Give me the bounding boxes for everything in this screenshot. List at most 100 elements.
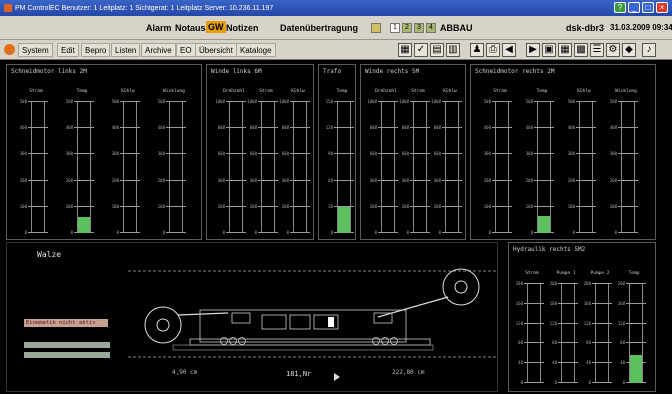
panel-icon[interactable]: ▩ xyxy=(574,43,588,57)
gauge-tick xyxy=(626,342,646,344)
gauge-tick xyxy=(558,382,578,383)
user-icon[interactable]: ♟ xyxy=(470,43,484,57)
logo-icon[interactable] xyxy=(4,44,15,55)
panel-winde-links: Winde links 6M Drehzahl 1000 800 600 400 200 0… xyxy=(206,64,314,240)
notizen-button[interactable]: Notizen xyxy=(226,23,259,33)
gauge-tick-label: 0 xyxy=(162,230,165,235)
panel-title: Winde rechts 5M xyxy=(365,68,420,75)
level-2-box[interactable]: 2 xyxy=(402,23,412,33)
arm-left xyxy=(177,312,229,316)
gauge-tick-label: 300 xyxy=(111,151,119,157)
alarm-indicator[interactable]: Alarm xyxy=(146,23,172,33)
gauge-tick-label: 600 xyxy=(249,151,257,157)
maximize-icon[interactable]: □ xyxy=(642,2,654,13)
gauge-tick xyxy=(492,127,512,129)
gauge-tick-label: 1000 xyxy=(215,99,225,104)
gauge-tick xyxy=(334,101,354,102)
chart-icon[interactable]: ▤ xyxy=(430,43,444,57)
printer-icon[interactable]: ⎙ xyxy=(486,43,500,57)
level-4-box[interactable]: 4 xyxy=(426,23,436,33)
gauge-tick-label: 800 xyxy=(249,125,257,131)
tools-icon[interactable]: ⚙ xyxy=(606,43,620,57)
menu-system[interactable]: System xyxy=(18,43,53,57)
forward-icon[interactable]: ▶ xyxy=(526,43,540,57)
gauge-column-label: Kühlw xyxy=(443,89,457,94)
gauge-tick xyxy=(410,179,430,181)
help-icon[interactable]: ? xyxy=(614,2,626,13)
gauge-tick-label: 90 xyxy=(328,151,333,157)
gauge-tick-label: 1000 xyxy=(367,99,377,104)
gauge-track xyxy=(527,283,541,383)
menu-edit[interactable]: Edit xyxy=(57,43,79,57)
gw-indicator[interactable]: GW xyxy=(206,21,226,33)
gauge-tick-label: 800 xyxy=(433,125,441,131)
gauge-tick-label: 200 xyxy=(19,177,27,183)
list-icon[interactable]: ☰ xyxy=(590,43,604,57)
back-icon[interactable]: ◀ xyxy=(502,43,516,57)
bookmark-icon[interactable]: ◆ xyxy=(622,43,636,57)
menu-uebersicht[interactable]: Übersicht xyxy=(195,43,237,57)
gauge-tick-label: 160 xyxy=(583,300,591,306)
gauge-tick xyxy=(120,232,140,233)
motor-right xyxy=(373,312,393,324)
gauge-tick xyxy=(618,127,638,129)
gauge-track xyxy=(381,101,395,233)
gauge-tick-label: 200 xyxy=(401,203,409,209)
gauge-tick xyxy=(410,232,430,233)
screen-icon[interactable]: ▣ xyxy=(542,43,556,57)
gauge-tick xyxy=(442,179,462,181)
gauge-tick-label: 0 xyxy=(254,230,257,235)
panel-title: Winde links 6M xyxy=(211,68,262,75)
menu-archive[interactable]: Archive xyxy=(141,43,176,57)
gauge-tick xyxy=(28,232,48,233)
gauge-tick-label: 500 xyxy=(483,99,491,104)
gauge-tick xyxy=(378,127,398,129)
gauge-track xyxy=(31,101,45,233)
menu-eo[interactable]: EO xyxy=(176,43,196,57)
gauge-tick xyxy=(576,153,596,155)
gauge-tick xyxy=(576,205,596,207)
menu-listen[interactable]: Listen xyxy=(111,43,141,57)
gauge-tick-label: 300 xyxy=(483,151,491,157)
position-left: 4,90 cm xyxy=(172,369,198,376)
view-icon[interactable]: ▦ xyxy=(398,43,412,57)
gauge-tick-label: 200 xyxy=(157,177,165,183)
gauge-tick-label: 80 xyxy=(552,340,557,346)
gauge-tick xyxy=(524,382,544,383)
gauge-tick-label: 0 xyxy=(70,230,73,235)
gauge-column-label: Wicklung xyxy=(163,89,185,94)
gauge-tick-label: 600 xyxy=(217,151,225,157)
gauge-tick-label: 200 xyxy=(525,177,533,183)
play-icon[interactable] xyxy=(334,373,340,381)
check-icon[interactable]: ✓ xyxy=(414,43,428,57)
gauge-tick-label: 600 xyxy=(401,151,409,157)
drum-right xyxy=(442,268,480,306)
gauge-column-label: Strom xyxy=(493,89,507,94)
level-3-box[interactable]: 3 xyxy=(414,23,424,33)
menu-bepro[interactable]: Bepro xyxy=(81,43,111,57)
gauge-tick-label: 400 xyxy=(567,125,575,131)
gauge-column-label: Kühlw xyxy=(121,89,135,94)
gauge-tick xyxy=(120,205,140,207)
menu-kataloge[interactable]: Kataloge xyxy=(236,43,276,57)
grid-icon[interactable]: ▦ xyxy=(558,43,572,57)
gauge-tick xyxy=(618,179,638,181)
datenuebertragung-indicator[interactable]: Datenübertragung xyxy=(280,23,358,33)
notaus-indicator[interactable]: Notaus xyxy=(175,23,206,33)
gauge-column-label: Drehzahl xyxy=(223,89,245,94)
gauge-tick-label: 200 xyxy=(515,281,523,286)
level-1-box[interactable]: 1 xyxy=(390,23,400,33)
gauge-tick-label: 500 xyxy=(567,99,575,104)
gauge-tick-label: 60 xyxy=(328,177,333,183)
gauge-track xyxy=(413,101,427,233)
minimize-icon[interactable]: _ xyxy=(628,2,640,13)
close-icon[interactable]: × xyxy=(656,2,668,13)
gauge-tick-label: 100 xyxy=(19,203,27,209)
panel-title: Schneidmotor rechts 2M xyxy=(475,68,555,75)
gauge-track xyxy=(561,283,575,383)
page-icon[interactable]: ▥ xyxy=(446,43,460,57)
gauge-track xyxy=(261,101,275,233)
gauge-track xyxy=(495,101,509,233)
gauge-tick xyxy=(226,179,246,181)
bell-icon[interactable]: ♪ xyxy=(642,43,656,57)
